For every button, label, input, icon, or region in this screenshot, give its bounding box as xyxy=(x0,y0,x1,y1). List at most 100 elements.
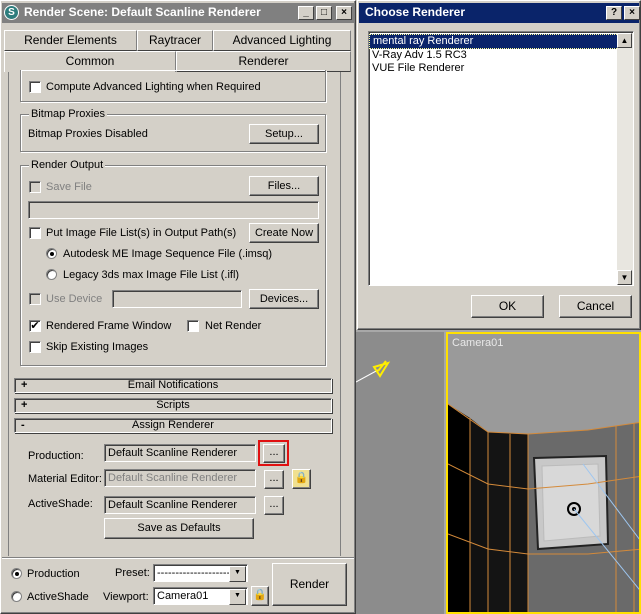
imsq-label: Autodesk ME Image Sequence File (.imsq) xyxy=(63,248,273,260)
rollout-label: Assign Renderer xyxy=(132,419,214,431)
scroll-down-icon[interactable]: ▼ xyxy=(617,270,632,285)
render-button[interactable]: Render xyxy=(272,563,347,606)
tab-raytracer[interactable]: Raytracer xyxy=(137,30,213,51)
activeshade-label: ActiveShade: xyxy=(28,498,93,510)
viewport-light-icon xyxy=(356,360,391,383)
app-icon[interactable]: S xyxy=(4,5,19,20)
chevron-down-icon[interactable]: ▼ xyxy=(229,566,246,582)
left-viewport[interactable] xyxy=(356,332,444,614)
tab-render-elements[interactable]: Render Elements xyxy=(4,30,137,51)
rollout-assign-renderer[interactable]: - Assign Renderer xyxy=(14,418,332,433)
button-label: Files... xyxy=(267,180,301,192)
files-button[interactable]: Files... xyxy=(249,176,319,196)
button-label: Cancel xyxy=(576,299,615,313)
ifl-radio[interactable] xyxy=(46,269,57,280)
button-label: OK xyxy=(498,299,517,313)
viewport-label: Viewport: xyxy=(103,591,149,603)
production-renderer-field: Default Scanline Renderer xyxy=(104,444,256,462)
net-render-checkbox[interactable] xyxy=(187,320,199,332)
button-label: ... xyxy=(269,498,279,510)
list-item[interactable]: mental ray Renderer xyxy=(369,34,619,49)
viewport-scene xyxy=(448,403,639,612)
devices-button[interactable]: Devices... xyxy=(249,289,319,309)
production-mode-label: Production xyxy=(27,568,80,580)
ifl-label: Legacy 3ds max Image File List (.ifl) xyxy=(63,269,240,281)
button-label: Render xyxy=(289,577,330,591)
tab-label: Raytracer xyxy=(148,33,201,47)
material-editor-renderer-value: Default Scanline Renderer xyxy=(108,472,238,484)
list-item[interactable]: V-Ray Adv 1.5 RC3 xyxy=(369,49,633,62)
renderer-list[interactable]: mental ray Renderer V-Ray Adv 1.5 RC3 VU… xyxy=(368,31,634,286)
activeshade-renderer-value: Default Scanline Renderer xyxy=(108,499,238,511)
camera-viewport[interactable]: Camera01 xyxy=(446,332,641,614)
compute-advanced-lighting-checkbox[interactable] xyxy=(29,81,41,93)
scroll-up-icon[interactable]: ▲ xyxy=(617,33,632,48)
skip-existing-label: Skip Existing Images xyxy=(46,341,149,353)
tab-renderer[interactable]: Renderer xyxy=(176,51,351,72)
imsq-radio[interactable] xyxy=(46,248,57,259)
rollout-sign: + xyxy=(21,379,28,391)
material-editor-label: Material Editor: xyxy=(28,473,102,485)
output-path-field[interactable] xyxy=(28,201,319,219)
production-mode-radio[interactable] xyxy=(11,568,22,579)
put-image-file-list-label: Put Image File List(s) in Output Path(s) xyxy=(46,227,237,239)
help-button[interactable]: ? xyxy=(606,6,622,20)
tab-advanced-lighting[interactable]: Advanced Lighting xyxy=(213,30,351,51)
setup-button[interactable]: Setup... xyxy=(249,124,319,144)
button-label: Devices... xyxy=(259,293,309,305)
close-button[interactable]: × xyxy=(336,6,352,20)
activeshade-mode-label: ActiveShade xyxy=(27,591,89,603)
rollout-label: Scripts xyxy=(156,399,190,411)
activeshade-mode-radio[interactable] xyxy=(11,591,22,602)
ok-button[interactable]: OK xyxy=(471,295,544,318)
save-file-checkbox[interactable] xyxy=(29,181,41,193)
rollout-email-notifications[interactable]: + Email Notifications xyxy=(14,378,332,393)
create-now-button[interactable]: Create Now xyxy=(249,223,319,243)
choose-renderer-titlebar[interactable]: Choose Renderer xyxy=(359,3,639,23)
use-device-checkbox[interactable] xyxy=(29,293,41,305)
rollout-label: Email Notifications xyxy=(127,379,219,391)
viewport-dropdown[interactable]: Camera01 ▼ xyxy=(153,587,248,605)
viewport-value: Camera01 xyxy=(157,590,209,602)
dialog-close-button[interactable]: × xyxy=(624,6,640,20)
material-editor-browse-button[interactable]: ... xyxy=(264,470,284,489)
chevron-down-icon[interactable]: ▼ xyxy=(229,589,246,605)
production-label: Production: xyxy=(28,450,84,462)
list-scrollbar[interactable] xyxy=(617,33,633,285)
production-renderer-value: Default Scanline Renderer xyxy=(108,447,238,459)
button-label: Save as Defaults xyxy=(137,522,221,534)
button-label: ... xyxy=(269,446,279,458)
put-image-file-list-checkbox[interactable] xyxy=(29,227,41,239)
skip-existing-checkbox[interactable] xyxy=(29,341,41,353)
device-field[interactable] xyxy=(112,290,242,308)
rollout-scripts[interactable]: + Scripts xyxy=(14,398,332,413)
render-output-group-label: Render Output xyxy=(29,159,106,171)
use-device-label: Use Device xyxy=(46,293,103,305)
rendered-frame-window-checkbox[interactable]: ✔ xyxy=(29,320,41,332)
production-browse-button[interactable]: ... xyxy=(263,444,285,463)
button-label: Setup... xyxy=(265,128,303,140)
button-label: Create Now xyxy=(254,227,314,239)
dialog-title: Choose Renderer xyxy=(365,5,466,19)
material-editor-renderer-field: Default Scanline Renderer xyxy=(104,469,256,487)
save-as-defaults-button[interactable]: Save as Defaults xyxy=(104,518,254,539)
window-title: Render Scene: Default Scanline Renderer xyxy=(24,5,261,19)
bitmap-proxies-group-label: Bitmap Proxies xyxy=(29,108,107,120)
rollout-sign: + xyxy=(21,399,28,411)
tab-label: Renderer xyxy=(238,54,289,68)
maximize-button[interactable]: □ xyxy=(316,6,332,20)
preset-value: ---------------------- xyxy=(157,567,238,579)
save-file-label: Save File xyxy=(46,181,92,193)
lock-icon[interactable]: 🔒 xyxy=(292,469,311,489)
minimize-button[interactable]: _ xyxy=(298,6,314,20)
activeshade-browse-button[interactable]: ... xyxy=(264,496,284,515)
cancel-button[interactable]: Cancel xyxy=(559,295,632,318)
tab-common[interactable]: Common xyxy=(4,51,176,72)
preset-dropdown[interactable]: ---------------------- ▼ xyxy=(153,564,248,582)
tab-label: Common xyxy=(65,54,115,68)
preset-label: Preset: xyxy=(115,567,150,579)
vertical-scrollbar[interactable] xyxy=(340,72,346,556)
bitmap-proxies-status: Bitmap Proxies Disabled xyxy=(28,128,148,140)
viewport-lock-icon[interactable]: 🔒 xyxy=(251,586,269,606)
list-item[interactable]: VUE File Renderer xyxy=(369,62,633,75)
